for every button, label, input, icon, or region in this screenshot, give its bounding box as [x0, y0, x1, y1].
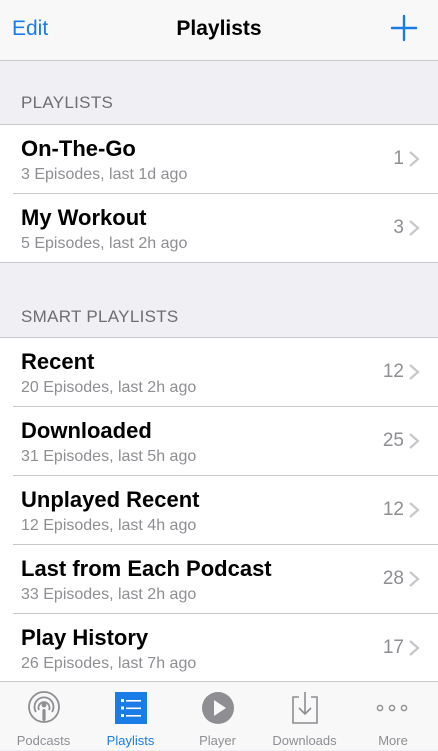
navigation-bar: Edit Playlists: [0, 0, 438, 61]
playlists-list: On-The-Go 3 Episodes, last 1d ago 1 My W…: [0, 125, 438, 263]
download-icon: [292, 692, 318, 724]
chevron-right-icon: [409, 502, 420, 518]
playlist-row-on-the-go[interactable]: On-The-Go 3 Episodes, last 1d ago 1: [0, 125, 438, 194]
tab-label: Downloads: [272, 733, 337, 748]
row-subtitle: 12 Episodes, last 4h ago: [21, 517, 197, 534]
playlist-row-play-history[interactable]: Play History 26 Episodes, last 7h ago 17: [0, 614, 438, 681]
chevron-right-icon: [409, 364, 420, 380]
chevron-right-icon: [409, 433, 420, 449]
plus-icon[interactable]: [390, 14, 418, 42]
chevron-right-icon: [409, 151, 420, 167]
more-icon: [376, 704, 408, 712]
play-icon: [202, 692, 234, 724]
row-subtitle: 33 Episodes, last 2h ago: [21, 586, 197, 603]
row-subtitle: 20 Episodes, last 2h ago: [21, 379, 197, 396]
tab-player[interactable]: Player: [174, 682, 261, 751]
tab-podcasts[interactable]: Podcasts: [0, 682, 87, 751]
page-title: Playlists: [176, 17, 262, 40]
row-count: 25: [382, 430, 404, 451]
row-title: My Workout: [21, 205, 147, 230]
playlist-row-recent[interactable]: Recent 20 Episodes, last 2h ago 12: [0, 338, 438, 407]
list-icon: [115, 692, 147, 724]
chevron-right-icon: [409, 220, 420, 236]
playlist-row-downloaded[interactable]: Downloaded 31 Episodes, last 5h ago 25: [0, 407, 438, 476]
row-count: 1: [393, 148, 404, 169]
playlists-content[interactable]: PLAYLISTS On-The-Go 3 Episodes, last 1d …: [0, 61, 438, 681]
tab-label: Player: [199, 733, 236, 748]
row-subtitle: 3 Episodes, last 1d ago: [21, 166, 188, 183]
row-subtitle: 26 Episodes, last 7h ago: [21, 655, 197, 672]
chevron-right-icon: [409, 640, 420, 656]
row-title: Play History: [21, 625, 149, 650]
playlist-row-unplayed-recent[interactable]: Unplayed Recent 12 Episodes, last 4h ago…: [0, 476, 438, 545]
row-count: 3: [393, 217, 404, 238]
row-title: Unplayed Recent: [21, 487, 200, 512]
row-count: 12: [382, 499, 404, 520]
tab-downloads[interactable]: Downloads: [261, 682, 348, 751]
row-count: 12: [382, 361, 404, 382]
section-header-smart-playlists: SMART PLAYLISTS: [0, 263, 438, 338]
podcast-icon: [28, 691, 60, 723]
row-subtitle: 5 Episodes, last 2h ago: [21, 235, 188, 252]
row-title: On-The-Go: [21, 136, 136, 161]
smart-playlists-list: Recent 20 Episodes, last 2h ago 12 Downl…: [0, 338, 438, 681]
tab-more[interactable]: More: [348, 682, 438, 751]
row-count: 28: [382, 568, 404, 589]
playlist-row-last-from-each-podcast[interactable]: Last from Each Podcast 33 Episodes, last…: [0, 545, 438, 614]
tab-bar: Podcasts Playlists Player Downloads More: [0, 681, 438, 750]
row-title: Downloaded: [21, 418, 152, 443]
playlist-row-my-workout[interactable]: My Workout 5 Episodes, last 2h ago 3: [0, 194, 438, 263]
tab-label: Playlists: [106, 733, 155, 748]
row-count: 17: [382, 637, 404, 658]
tab-label: More: [378, 733, 408, 748]
row-subtitle: 31 Episodes, last 5h ago: [21, 448, 197, 465]
section-header-playlists: PLAYLISTS: [0, 61, 438, 125]
row-title: Recent: [21, 349, 95, 374]
chevron-right-icon: [409, 571, 420, 587]
row-title: Last from Each Podcast: [21, 556, 272, 581]
tab-playlists[interactable]: Playlists: [87, 682, 174, 751]
tab-label: Podcasts: [16, 733, 71, 748]
